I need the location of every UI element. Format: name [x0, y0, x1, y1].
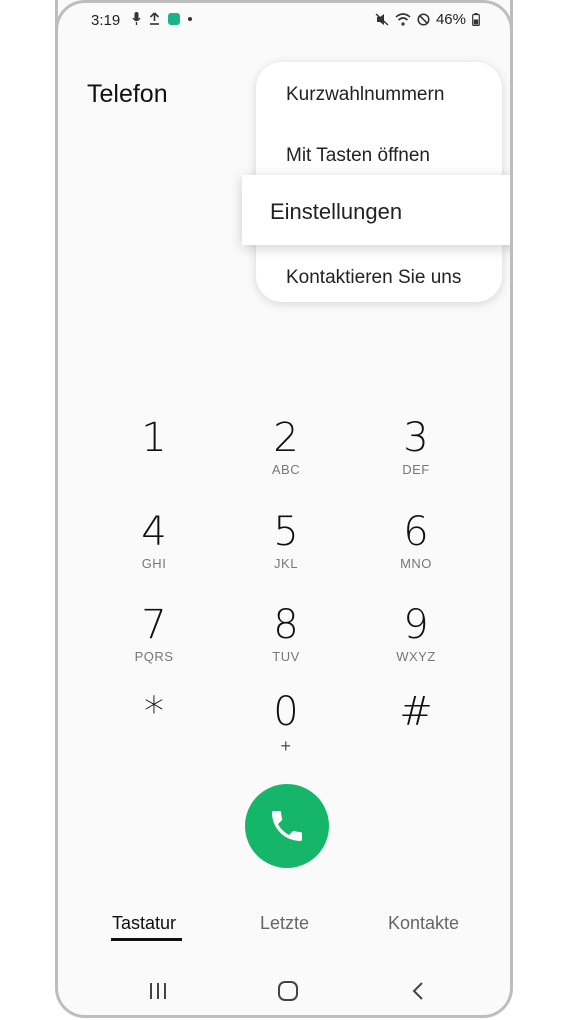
tab-kontakte[interactable]: Kontakte	[388, 913, 459, 934]
battery-percent: 46%	[435, 11, 466, 28]
key-letters: PQRS	[134, 649, 174, 664]
menu-item-mit-tasten-oeffnen[interactable]: Mit Tasten öffnen	[286, 145, 430, 167]
wifi-icon	[395, 13, 411, 26]
menu-item-kurzwahlnummern[interactable]: Kurzwahlnummern	[286, 84, 444, 106]
key-4[interactable]: 4 GHI	[94, 510, 214, 571]
key-5[interactable]: 5 JKL	[226, 510, 346, 571]
tab-letzte[interactable]: Letzte	[260, 913, 309, 934]
call-button[interactable]	[245, 784, 329, 868]
key-0[interactable]: 0 +	[226, 690, 346, 757]
tab-tastatur[interactable]: Tastatur	[112, 913, 176, 934]
key-letters: JKL	[274, 556, 298, 571]
phone-screen: 3:19 46% Telefon Kurzwahlnummern Mit Tas…	[55, 0, 513, 1018]
key-7[interactable]: 7 PQRS	[94, 603, 214, 664]
key-digit: *	[144, 689, 164, 735]
menu-item-kontaktieren[interactable]: Kontaktieren Sie uns	[286, 267, 461, 289]
key-digit: 9	[403, 602, 429, 648]
key-digit: 7	[141, 602, 167, 648]
upload-icon	[149, 12, 160, 25]
key-3[interactable]: 3 DEF	[356, 416, 476, 477]
key-star[interactable]: *	[94, 690, 214, 734]
key-digit: 8	[273, 602, 299, 648]
key-digit: 4	[141, 509, 167, 555]
mute-icon	[375, 13, 389, 26]
key-letters: +	[280, 736, 292, 756]
mic-icon	[132, 12, 141, 25]
status-left-icons	[132, 12, 192, 25]
key-digit: #	[399, 689, 433, 735]
do-not-disturb-icon	[417, 13, 430, 26]
key-digit: 0	[273, 689, 299, 735]
key-digit: 2	[273, 415, 299, 461]
page-title: Telefon	[87, 80, 168, 108]
key-letters: WXYZ	[396, 649, 436, 664]
key-digit: 5	[273, 509, 299, 555]
key-letters: TUV	[272, 649, 300, 664]
status-right-icons: 46%	[375, 11, 480, 28]
key-1[interactable]: 1	[94, 416, 214, 460]
key-letters: ABC	[271, 462, 301, 477]
key-2[interactable]: 2 ABC	[226, 416, 346, 477]
key-letters: DEF	[402, 462, 430, 477]
app-badge-icon	[168, 12, 180, 25]
menu-item-einstellungen[interactable]: Einstellungen	[242, 175, 510, 245]
back-icon[interactable]	[408, 980, 430, 1002]
phone-icon	[272, 811, 302, 841]
status-bar: 3:19 46%	[58, 0, 510, 40]
key-9[interactable]: 9 WXYZ	[356, 603, 476, 664]
key-letters: MNO	[400, 556, 432, 571]
key-hash[interactable]: #	[356, 690, 476, 734]
menu-item-einstellungen-label: Einstellungen	[270, 199, 403, 224]
key-digit: 1	[141, 415, 167, 461]
tab-active-indicator	[111, 938, 182, 941]
status-time: 3:19	[91, 12, 121, 29]
key-8[interactable]: 8 TUV	[226, 603, 346, 664]
home-icon[interactable]	[276, 980, 300, 1002]
key-digit: 6	[403, 509, 429, 555]
key-6[interactable]: 6 MNO	[356, 510, 476, 571]
key-digit: 3	[403, 415, 429, 461]
battery-icon	[472, 13, 480, 26]
notification-dot-icon	[188, 16, 192, 21]
recents-icon[interactable]	[147, 980, 169, 1002]
key-letters: GHI	[141, 556, 167, 571]
